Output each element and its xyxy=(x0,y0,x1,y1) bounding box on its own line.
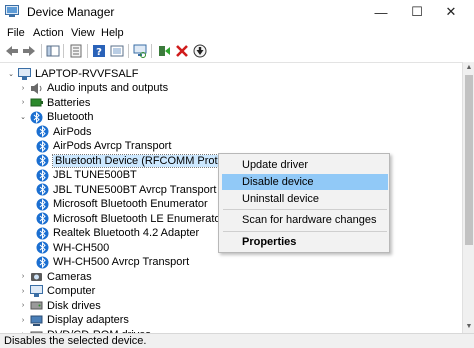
menu-file[interactable]: File xyxy=(7,27,25,39)
tree-item-label: Disk drives xyxy=(47,299,101,312)
device-item[interactable]: AirPods xyxy=(36,125,92,139)
expand-chevron-icon[interactable]: › xyxy=(18,273,28,280)
bluetooth-icon xyxy=(36,154,49,167)
tree-item-label: Microsoft Bluetooth LE Enumerator xyxy=(53,212,225,225)
menu-scan-hardware[interactable]: Scan for hardware changes xyxy=(222,212,388,228)
menu-help[interactable]: Help xyxy=(101,27,124,39)
scroll-up-arrow-icon[interactable]: ▲ xyxy=(463,62,474,74)
disable-device-icon[interactable] xyxy=(193,44,207,58)
menu-view[interactable]: View xyxy=(71,27,95,39)
category-item[interactable]: › Audio inputs and outputs xyxy=(18,81,168,95)
category-item[interactable]: › Disk drives xyxy=(18,299,101,313)
device-item[interactable]: Microsoft Bluetooth LE Enumerator xyxy=(36,212,224,226)
tree-item-label: JBL TUNE500BT Avrcp Transport xyxy=(53,183,217,196)
toolbar-separator xyxy=(151,44,152,58)
bluetooth-icon xyxy=(36,125,49,138)
forward-arrow-icon[interactable] xyxy=(22,44,36,58)
tree-root[interactable]: ⌄ LAPTOP-RVVFSALF xyxy=(6,67,139,81)
display-icon xyxy=(30,315,43,326)
bluetooth-icon xyxy=(36,169,49,181)
category-item[interactable]: › Cameras xyxy=(18,270,92,284)
scroll-thumb[interactable] xyxy=(465,75,473,245)
collapse-chevron-icon[interactable]: ⌄ xyxy=(18,113,28,121)
tree-item-label: WH-CH500 xyxy=(53,241,110,254)
bluetooth-icon xyxy=(36,227,49,239)
expand-chevron-icon[interactable]: › xyxy=(18,288,28,295)
menu-update-driver[interactable]: Update driver xyxy=(222,157,388,173)
collapse-chevron-icon[interactable]: ⌄ xyxy=(6,70,16,78)
status-bar: Disables the selected device. xyxy=(0,333,474,348)
close-button[interactable]: ✕ xyxy=(431,0,471,24)
bluetooth-icon xyxy=(36,241,49,254)
scroll-down-arrow-icon[interactable]: ▼ xyxy=(463,321,474,333)
back-arrow-icon[interactable] xyxy=(5,44,19,58)
menu-properties[interactable]: Properties xyxy=(222,234,388,250)
camera-icon xyxy=(31,273,42,281)
device-item[interactable]: JBL TUNE500BT xyxy=(36,168,137,182)
bluetooth-icon xyxy=(36,256,49,268)
device-item[interactable]: Realtek Bluetooth 4.2 Adapter xyxy=(36,226,199,240)
title-bar: Device Manager — ☐ ✕ xyxy=(0,0,474,24)
battery-icon xyxy=(30,98,43,107)
category-item[interactable]: › Computer xyxy=(18,284,95,298)
minimize-button[interactable]: — xyxy=(361,0,401,24)
toolbar-separator xyxy=(63,44,64,58)
tree-item-label: Display adapters xyxy=(47,314,129,326)
properties-sheet-icon[interactable] xyxy=(69,44,83,58)
tree-item-label: Audio inputs and outputs xyxy=(47,82,169,94)
computer-icon xyxy=(18,67,31,80)
expand-chevron-icon[interactable]: › xyxy=(18,85,28,92)
update-driver-icon[interactable] xyxy=(157,44,171,58)
scan-hardware-icon[interactable] xyxy=(133,44,147,58)
show-hide-console-tree-icon[interactable] xyxy=(46,44,60,58)
computer-name: LAPTOP-RVVFSALF xyxy=(35,68,139,80)
bluetooth-icon xyxy=(36,183,49,196)
speaker-icon xyxy=(31,82,42,94)
device-item[interactable]: JBL TUNE500BT Avrcp Transport xyxy=(36,183,216,197)
device-item[interactable]: Microsoft Bluetooth Enumerator xyxy=(36,197,208,211)
category-item[interactable]: › Batteries xyxy=(18,96,91,110)
uninstall-device-icon[interactable] xyxy=(175,44,189,58)
svg-text:?: ? xyxy=(96,47,102,58)
category-item[interactable]: ⌄ Bluetooth xyxy=(18,110,93,124)
device-item[interactable]: WH-CH500 xyxy=(36,241,109,255)
tree-item-label: AirPods Avrcp Transport xyxy=(53,140,172,152)
menu-separator xyxy=(223,209,387,210)
expand-chevron-icon[interactable]: › xyxy=(18,317,28,324)
tree-item-label: Realtek Bluetooth 4.2 Adapter xyxy=(53,227,200,239)
tree-item-label: Cameras xyxy=(47,270,92,283)
category-item[interactable]: › Display adapters xyxy=(18,313,129,327)
disk-icon xyxy=(30,301,43,310)
help-icon[interactable]: ? xyxy=(92,44,106,58)
tree-item-label: Bluetooth xyxy=(47,111,94,123)
toolbar-separator xyxy=(87,44,88,58)
menu-separator xyxy=(223,231,387,232)
tree-item-label: Computer xyxy=(47,285,96,297)
menu-uninstall-device[interactable]: Uninstall device xyxy=(222,191,388,207)
menu-action[interactable]: Action xyxy=(33,27,64,39)
expand-chevron-icon[interactable]: › xyxy=(18,302,28,309)
bluetooth-icon xyxy=(36,140,49,152)
bluetooth-icon xyxy=(30,111,43,123)
computer-icon xyxy=(30,284,43,297)
toolbar-separator xyxy=(41,44,42,58)
menu-disable-device[interactable]: Disable device xyxy=(222,174,388,190)
tree-item-label: Batteries xyxy=(47,96,91,109)
show-hidden-devices-icon[interactable] xyxy=(110,44,124,58)
tree-item-label: WH-CH500 Avrcp Transport xyxy=(53,256,190,268)
status-text: Disables the selected device. xyxy=(4,335,147,347)
tree-item-label: JBL TUNE500BT xyxy=(53,169,137,181)
tree-item-label: Microsoft Bluetooth Enumerator xyxy=(53,198,208,210)
context-menu: Update driver Disable device Uninstall d… xyxy=(218,153,390,253)
toolbar-separator xyxy=(128,44,129,58)
device-item[interactable]: AirPods Avrcp Transport xyxy=(36,139,171,153)
expand-chevron-icon[interactable]: › xyxy=(18,99,28,106)
window-title: Device Manager xyxy=(27,5,115,19)
bluetooth-icon xyxy=(36,212,49,225)
tree-item-label: AirPods xyxy=(53,125,92,138)
device-manager-icon xyxy=(5,5,19,17)
device-item[interactable]: WH-CH500 Avrcp Transport xyxy=(36,255,189,269)
bluetooth-icon xyxy=(36,198,49,210)
vertical-scrollbar[interactable]: ▲ ▼ xyxy=(462,62,474,333)
